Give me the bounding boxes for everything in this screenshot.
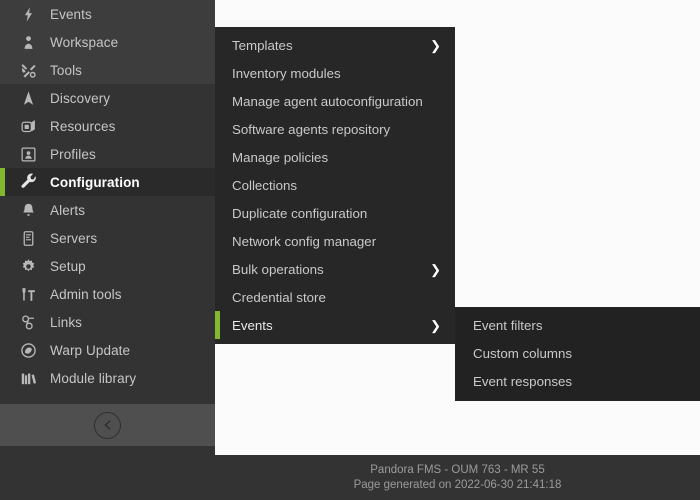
submenu-item-label: Manage policies (232, 149, 329, 165)
bolt-icon (20, 6, 50, 23)
events-submenu-item-label: Event responses (473, 373, 573, 389)
sidebar-item-tools[interactable]: Tools (0, 56, 215, 84)
wrench-icon (20, 173, 50, 191)
events-submenu-item-event-filters[interactable]: Event filters (455, 311, 700, 339)
submenu-item-credential-store[interactable]: Credential store (215, 283, 455, 311)
sidebar-group-2: Configuration (0, 168, 215, 196)
sidebar-item-module-library[interactable]: Module library (0, 364, 215, 392)
sidebar-item-label: Servers (50, 230, 98, 246)
sidebar-item-servers[interactable]: Servers (0, 224, 215, 252)
sidebar-item-label: Workspace (50, 34, 119, 50)
sidebar-item-warp-update[interactable]: Warp Update (0, 336, 215, 364)
submenu-item-software-agents-repository[interactable]: Software agents repository (215, 115, 455, 143)
events-submenu-item-label: Event filters (473, 317, 543, 333)
chevron-left-icon (94, 411, 121, 439)
sidebar-item-setup[interactable]: Setup (0, 252, 215, 280)
chevron-right-icon: ❯ (430, 317, 441, 333)
sidebar-item-profiles[interactable]: Profiles (0, 140, 215, 168)
sidebar-item-label: Admin tools (50, 286, 122, 302)
server-icon (20, 230, 50, 247)
chevron-right-icon: ❯ (430, 37, 441, 53)
footer-product-version: Pandora FMS - OUM 763 - MR 55 (370, 464, 545, 476)
submenu-item-label: Network config manager (232, 233, 377, 249)
link-icon (20, 314, 50, 331)
sidebar-item-workspace[interactable]: Workspace (0, 28, 215, 56)
sidebar-item-label: Tools (50, 62, 83, 78)
submenu-item-manage-agent-autoconfiguration[interactable]: Manage agent autoconfiguration (215, 87, 455, 115)
sidebar-item-label: Discovery (50, 90, 111, 106)
footer-generated-timestamp: Page generated on 2022-06-30 21:41:18 (353, 479, 562, 491)
submenu-item-collections[interactable]: Collections (215, 171, 455, 199)
sidebar-item-label: Links (50, 314, 83, 330)
submenu-item-events[interactable]: Events ❯ (215, 311, 455, 339)
sidebar-item-label: Warp Update (50, 342, 131, 358)
application-window: Events Workspace Tools Discovery Resources Pr… (0, 0, 700, 500)
sidebar-item-events[interactable]: Events (0, 0, 215, 28)
selected-accent-bar (215, 311, 220, 339)
tools-icon (20, 62, 50, 79)
submenu-item-label: Manage agent autoconfiguration (232, 93, 423, 109)
submenu-item-label: Inventory modules (232, 65, 341, 81)
submenu-item-label: Events (232, 317, 273, 333)
sidebar-item-discovery[interactable]: Discovery (0, 84, 215, 112)
sidebar-item-links[interactable]: Links (0, 308, 215, 336)
gear-icon (20, 258, 50, 275)
submenu-item-label: Collections (232, 177, 298, 193)
profile-card-icon (20, 146, 50, 163)
submenu-item-label: Software agents repository (232, 121, 391, 137)
sidebar-group-3: Alerts Servers Setup Admin tools Links Warp U… (0, 196, 215, 392)
sidebar-item-admin-tools[interactable]: Admin tools (0, 280, 215, 308)
hammer-icon (20, 286, 50, 303)
sidebar-item-label: Module library (50, 370, 137, 386)
chevron-right-icon: ❯ (430, 261, 441, 277)
events-submenu: Event filters Custom columns Event respons… (455, 307, 700, 401)
sidebar-item-label: Alerts (50, 202, 86, 218)
submenu-item-network-config-manager[interactable]: Network config manager (215, 227, 455, 255)
user-icon (20, 34, 50, 51)
submenu-item-bulk-operations[interactable]: Bulk operations ❯ (215, 255, 455, 283)
sidebar-item-label: Configuration (50, 174, 140, 190)
submenu-item-inventory-modules[interactable]: Inventory modules (215, 59, 455, 87)
warp-icon (20, 342, 50, 359)
events-submenu-item-custom-columns[interactable]: Custom columns (455, 339, 700, 367)
submenu-item-duplicate-configuration[interactable]: Duplicate configuration (215, 199, 455, 227)
events-submenu-item-event-responses[interactable]: Event responses (455, 367, 700, 395)
active-accent-bar (0, 168, 5, 196)
sidebar-item-label: Events (50, 6, 92, 22)
sidebar-item-resources[interactable]: Resources (0, 112, 215, 140)
sidebar-group-0: Events Workspace Tools (0, 0, 215, 84)
sidebar-item-label: Resources (50, 118, 116, 134)
sidebar-item-configuration[interactable]: Configuration (0, 168, 215, 196)
submenu-item-label: Bulk operations (232, 261, 324, 277)
submenu-item-label: Templates (232, 37, 293, 53)
sidebar-item-alerts[interactable]: Alerts (0, 196, 215, 224)
events-submenu-item-label: Custom columns (473, 345, 573, 361)
cube-icon (20, 118, 50, 135)
compass-icon (20, 90, 50, 107)
page-footer: Pandora FMS - OUM 763 - MR 55 Page gener… (215, 455, 700, 500)
sidebar-collapse-button[interactable] (0, 404, 215, 446)
main-sidebar: Events Workspace Tools Discovery Resources Pr… (0, 0, 215, 500)
sidebar-item-label: Profiles (50, 146, 96, 162)
bell-icon (20, 202, 50, 219)
submenu-item-label: Duplicate configuration (232, 205, 368, 221)
sidebar-group-1: Discovery Resources Profiles (0, 84, 215, 168)
submenu-item-manage-policies[interactable]: Manage policies (215, 143, 455, 171)
sidebar-item-label: Setup (50, 258, 86, 274)
configuration-submenu: Templates ❯ Inventory modules Manage agent … (215, 27, 455, 344)
submenu-item-templates[interactable]: Templates ❯ (215, 31, 455, 59)
books-icon (20, 370, 50, 387)
submenu-item-label: Credential store (232, 289, 326, 305)
